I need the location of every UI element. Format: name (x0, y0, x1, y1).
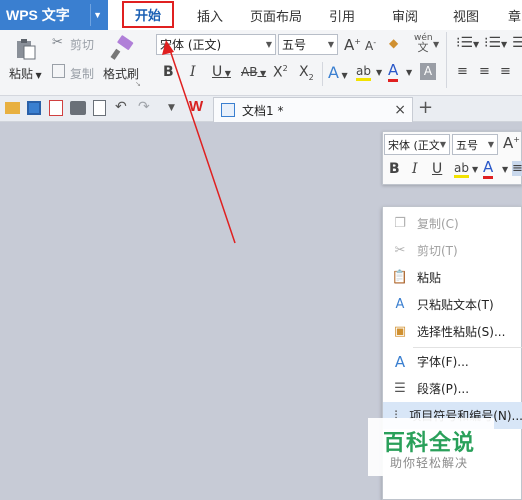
annotation-arrow (162, 40, 236, 244)
